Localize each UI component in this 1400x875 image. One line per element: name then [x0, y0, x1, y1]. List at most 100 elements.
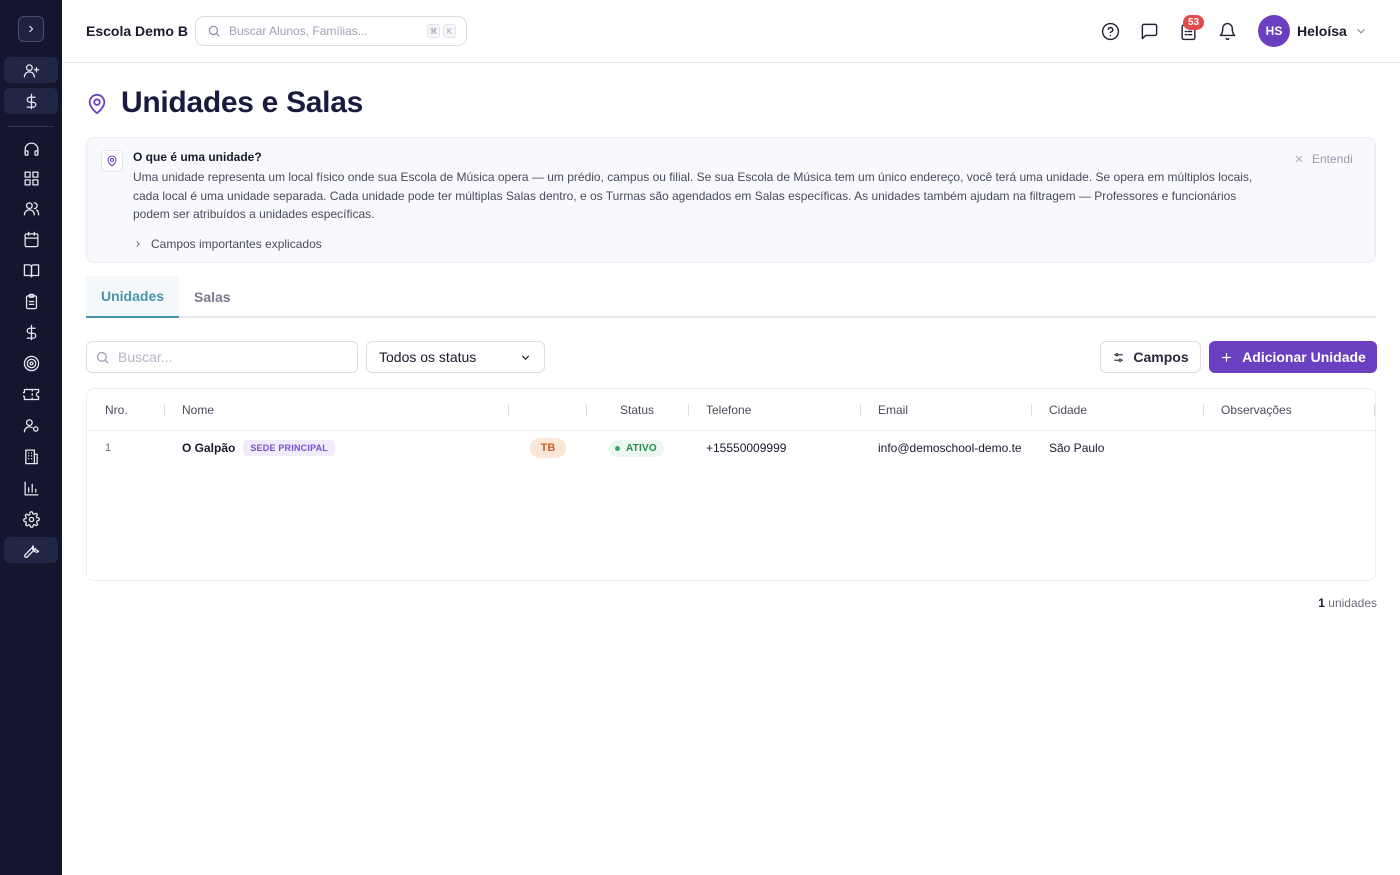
bell-icon [1219, 22, 1235, 40]
units-count-number: 1 [1318, 596, 1325, 610]
calendar-icon [23, 231, 39, 247]
shortcut-key-k: K [443, 24, 456, 38]
cell-code: TB [530, 431, 566, 465]
important-fields-label: Campos importantes explicados [151, 237, 322, 251]
add-unit-button[interactable]: Adicionar Unidade [1209, 341, 1377, 373]
sidebar-item-finance[interactable] [4, 319, 58, 345]
column-header-telefone[interactable]: Telefone [706, 389, 751, 431]
sidebar-item-settings[interactable] [4, 506, 58, 532]
sliders-icon [1114, 352, 1124, 362]
dismiss-info-label: Entendi [1312, 152, 1353, 166]
sidebar-item-reports[interactable] [4, 475, 58, 501]
user-plus-icon [23, 63, 39, 78]
column-header-nro[interactable]: Nro. [105, 389, 128, 431]
users-icon [23, 201, 39, 216]
units-search-input[interactable]: Buscar... [86, 341, 358, 373]
unit-name[interactable]: O Galpão [182, 441, 235, 455]
headset-icon [23, 141, 39, 156]
plus-icon [1222, 352, 1231, 362]
global-search-input[interactable]: Buscar Alunos, Famílias... ⌘ K [195, 16, 467, 46]
clipboard-icon [25, 293, 37, 309]
gear-icon [22, 510, 40, 528]
info-location-icon [101, 150, 123, 172]
bar-chart-icon [23, 480, 39, 496]
global-search-placeholder: Buscar Alunos, Famílias... [229, 24, 368, 38]
ticket-icon [22, 388, 39, 400]
chevron-right-icon [29, 25, 34, 33]
cell-city: São Paulo [1049, 441, 1105, 455]
status-label: ATIVO [626, 442, 657, 454]
chevron-down-icon [521, 355, 530, 360]
table-header: Nro. Nome Status Telefone Email Cidade O… [87, 389, 1375, 431]
dollar-icon [26, 93, 36, 109]
cell-phone: +15550009999 [706, 441, 787, 455]
cell-email: info@demoschool-demo.te [878, 441, 1022, 455]
sidebar-item-dashboard[interactable] [4, 165, 58, 191]
user-settings-icon [23, 418, 39, 433]
chevron-down-icon [1357, 28, 1365, 34]
tasks-count-badge: 53 [1183, 15, 1204, 30]
add-unit-label: Adicionar Unidade [1242, 349, 1366, 365]
column-header-nome[interactable]: Nome [182, 389, 214, 431]
search-icon [96, 351, 109, 364]
search-icon [208, 25, 220, 37]
status-dot [615, 445, 620, 451]
sidebar-item-support[interactable] [4, 136, 58, 162]
dismiss-info-button[interactable]: Entendi [1294, 152, 1353, 166]
status-badge: ATIVO [609, 439, 664, 457]
wrench-icon [23, 544, 39, 558]
book-open-icon [23, 263, 39, 278]
sidebar-item-courses[interactable] [4, 257, 58, 283]
units-search-placeholder: Buscar... [118, 349, 173, 365]
sidebar-item-attendance[interactable] [4, 288, 58, 314]
fields-button-label: Campos [1133, 349, 1189, 365]
sidebar-item-payment[interactable] [4, 88, 58, 114]
status-filter-select[interactable]: Todos os status [366, 341, 545, 373]
fields-button[interactable]: Campos [1100, 341, 1201, 373]
sidebar-item-tickets[interactable] [4, 381, 58, 407]
column-header-email[interactable]: Email [878, 389, 908, 431]
sidebar-divider [8, 126, 54, 127]
units-count-label: unidades [1328, 596, 1377, 610]
messages-button[interactable] [1139, 21, 1159, 41]
tabs-bar: Unidades Salas [86, 276, 1376, 318]
sidebar-expand-button[interactable] [18, 16, 44, 42]
help-button[interactable] [1100, 21, 1120, 41]
close-icon [1295, 155, 1303, 163]
message-square-icon [1141, 23, 1157, 39]
sidebar-item-people[interactable] [4, 195, 58, 221]
grid-icon [23, 170, 39, 186]
column-header-observacoes[interactable]: Observações [1221, 389, 1292, 431]
info-box: O que é uma unidade? Uma unidade represe… [86, 137, 1376, 263]
cell-name[interactable]: O Galpão SEDE PRINCIPAL [182, 431, 335, 465]
target-icon [23, 355, 39, 371]
units-count: 1 unidades [1240, 596, 1377, 610]
help-circle-icon [1101, 22, 1119, 40]
shortcut-key-cmd: ⌘ [427, 24, 440, 38]
units-table: Nro. Nome Status Telefone Email Cidade O… [86, 388, 1376, 581]
dollar-icon [26, 324, 36, 340]
building-icon [24, 448, 38, 464]
user-name[interactable]: Heloísa [1297, 23, 1347, 39]
sidebar-item-buildings[interactable] [4, 443, 58, 469]
tab-unidades[interactable]: Unidades [86, 276, 179, 318]
column-header-status[interactable]: Status [620, 389, 654, 431]
sidebar-item-add-student[interactable] [4, 57, 58, 83]
tab-salas[interactable]: Salas [179, 276, 246, 318]
sidebar-item-goals[interactable] [4, 350, 58, 376]
important-fields-expander[interactable]: Campos importantes explicados [133, 237, 322, 251]
sidebar-item-tools[interactable] [4, 537, 58, 563]
sidebar-item-staff[interactable] [4, 412, 58, 438]
user-menu-toggle[interactable] [1354, 24, 1368, 38]
column-header-cidade[interactable]: Cidade [1049, 389, 1087, 431]
cell-nro: 1 [105, 442, 112, 454]
chevron-right-icon [136, 241, 140, 247]
school-name[interactable]: Escola Demo B [86, 23, 188, 39]
page-title: Unidades e Salas [121, 86, 363, 119]
info-title: O que é uma unidade? [133, 150, 262, 164]
sidebar-item-calendar[interactable] [4, 226, 58, 252]
notifications-button[interactable] [1217, 21, 1237, 41]
unit-code-badge: TB [530, 438, 566, 458]
user-avatar[interactable]: HS [1258, 15, 1290, 47]
info-text: Uma unidade representa um local físico o… [133, 170, 1253, 221]
